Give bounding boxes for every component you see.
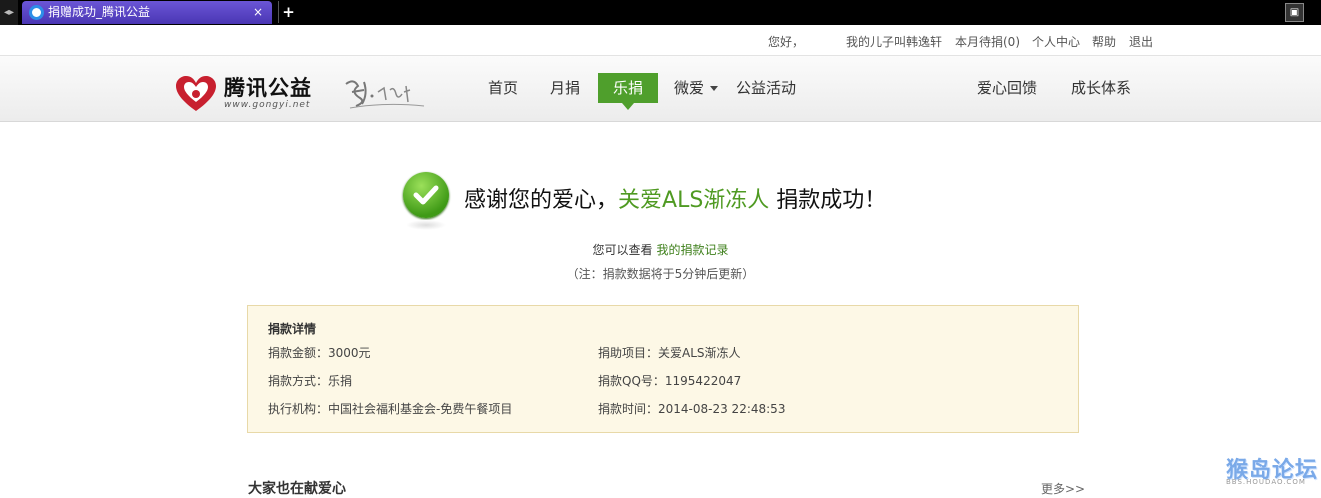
top-links-bar: 您好， 我的儿子叫韩逸轩 本月待捐(0) 个人中心 帮助 退出 [0, 33, 1321, 49]
success-message: 感谢您的爱心，关爱ALS渐冻人 捐款成功！ [464, 182, 886, 214]
nav-weiai[interactable]: 微爱 [674, 73, 719, 103]
nav-activities[interactable]: 公益活动 [736, 73, 796, 103]
browser-tab-bar: ◂▸ 捐赠成功_腾讯公益 × + ▣ [0, 0, 1321, 25]
update-note: （注：捐款数据将于5分钟后更新） [566, 267, 755, 281]
nav-growth-system[interactable]: 成长体系 [1071, 73, 1131, 103]
detail-organization: 执行机构：中国社会福利基金会-免费午餐项目 [268, 402, 513, 416]
detail-method: 捐款方式：乐捐 [268, 374, 353, 388]
nav-weiai-label: 微爱 [674, 79, 705, 97]
close-tab-icon[interactable]: × [253, 1, 263, 24]
monthly-pending-link[interactable]: 本月待捐(0) [955, 33, 1020, 50]
favicon-icon [29, 5, 44, 20]
personal-center-link[interactable]: 个人中心 [1032, 33, 1080, 50]
nav-lejuan[interactable]: 乐捐 [598, 73, 658, 110]
detail-qq: 捐款QQ号：1195422047 [598, 374, 742, 388]
view-records-text: 您可以查看 [592, 243, 653, 257]
window-restore-icon[interactable]: ▣ [1285, 3, 1304, 22]
heart-logo-icon[interactable] [174, 75, 218, 113]
logout-link[interactable]: 退出 [1129, 33, 1153, 50]
success-check-icon [403, 172, 449, 218]
detail-time: 捐款时间：2014-08-23 22:48:53 [598, 402, 786, 416]
forum-watermark: 猴岛论坛 BBS.HOUDAO.COM [1226, 452, 1318, 488]
view-records-line: 您可以查看 我的捐款记录 [0, 241, 1321, 258]
chevron-down-icon [710, 86, 719, 91]
section-title: 大家也在献爱心 [248, 481, 346, 497]
slogan-calligraphy [345, 80, 425, 109]
tab-title: 捐赠成功_腾讯公益 [48, 5, 151, 19]
main-nav-bar: 腾讯公益 www.gongyi.net 首页 月捐 乐捐 微爱 公益活动 爱心回… [0, 55, 1321, 122]
watermark-url: BBS.HOUDAO.COM [1226, 478, 1306, 486]
browser-tab[interactable]: 捐赠成功_腾讯公益 × [22, 1, 272, 24]
nav-love-feedback[interactable]: 爱心回馈 [977, 73, 1037, 103]
new-tab-button[interactable]: + [278, 1, 298, 23]
success-prefix: 感谢您的爱心， [464, 188, 619, 213]
tab-scroll-left-icon[interactable]: ◂▸ [0, 0, 18, 25]
nav-monthly[interactable]: 月捐 [550, 73, 580, 103]
logo-url: www.gongyi.net [224, 100, 311, 110]
donation-records-link[interactable]: 我的捐款记录 [657, 243, 729, 257]
donation-details-box: 捐款详情 捐款金额：3000元 捐助项目：关爱ALS渐冻人 捐款方式：乐捐 捐款… [247, 305, 1079, 433]
check-shadow [406, 220, 446, 230]
nav-home[interactable]: 首页 [488, 73, 518, 103]
project-name[interactable]: 关爱ALS渐冻人 [618, 188, 769, 213]
more-link[interactable]: 更多>> [1041, 480, 1085, 497]
username-link[interactable]: 我的儿子叫韩逸轩 [846, 33, 942, 50]
details-title: 捐款详情 [268, 322, 317, 336]
logo-text[interactable]: 腾讯公益 [224, 72, 312, 102]
detail-amount: 捐款金额：3000元 [268, 346, 371, 360]
greeting-text: 您好， [768, 35, 805, 49]
detail-project: 捐助项目：关爱ALS渐冻人 [598, 346, 741, 360]
success-suffix: 捐款成功！ [769, 188, 887, 213]
help-link[interactable]: 帮助 [1092, 33, 1116, 50]
